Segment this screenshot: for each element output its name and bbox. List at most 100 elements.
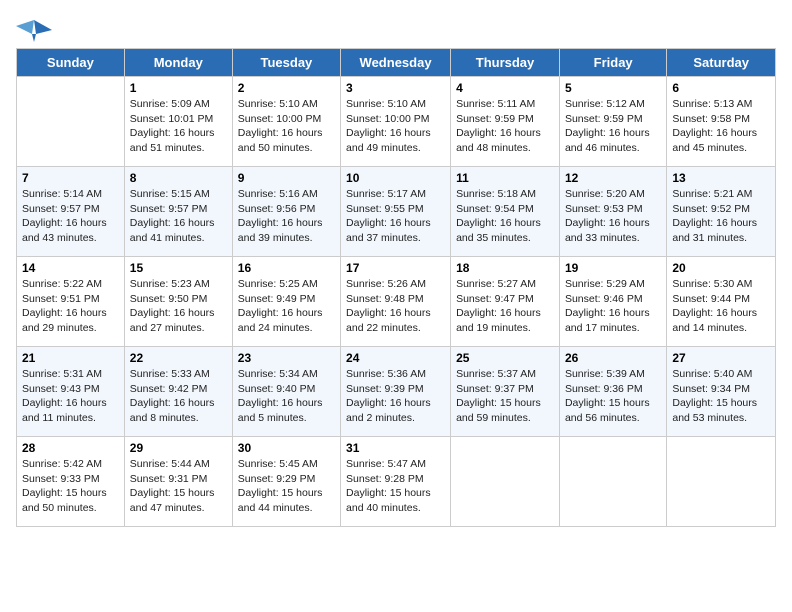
calendar-cell: 26 Sunrise: 5:39 AMSunset: 9:36 PMDayligh… bbox=[559, 347, 666, 437]
day-number: 4 bbox=[456, 81, 554, 95]
calendar-cell: 21 Sunrise: 5:31 AMSunset: 9:43 PMDayligh… bbox=[17, 347, 125, 437]
calendar-cell: 9 Sunrise: 5:16 AMSunset: 9:56 PMDaylight… bbox=[232, 167, 340, 257]
calendar-cell bbox=[667, 437, 776, 527]
calendar-cell: 1Sunrise: 5:09 AMSunset: 10:01 PMDayligh… bbox=[124, 77, 232, 167]
day-info: Sunrise: 5:10 AMSunset: 10:00 PMDaylight… bbox=[346, 97, 445, 156]
calendar-cell: 7 Sunrise: 5:14 AMSunset: 9:57 PMDaylight… bbox=[17, 167, 125, 257]
day-info: Sunrise: 5:18 AMSunset: 9:54 PMDaylight:… bbox=[456, 187, 554, 246]
day-number: 21 bbox=[22, 351, 119, 365]
calendar-cell: 11 Sunrise: 5:18 AMSunset: 9:54 PMDayligh… bbox=[451, 167, 560, 257]
day-number: 7 bbox=[22, 171, 119, 185]
day-info: Sunrise: 5:10 AMSunset: 10:00 PMDaylight… bbox=[238, 97, 335, 156]
day-number: 8 bbox=[130, 171, 227, 185]
weekday-header: Monday bbox=[124, 49, 232, 77]
day-info: Sunrise: 5:30 AMSunset: 9:44 PMDaylight:… bbox=[672, 277, 770, 336]
calendar-cell bbox=[17, 77, 125, 167]
weekday-header: Friday bbox=[559, 49, 666, 77]
calendar-cell: 2 Sunrise: 5:10 AMSunset: 10:00 PMDayligh… bbox=[232, 77, 340, 167]
day-number: 2 bbox=[238, 81, 335, 95]
day-info: Sunrise: 5:39 AMSunset: 9:36 PMDaylight:… bbox=[565, 367, 661, 426]
calendar-cell: 6 Sunrise: 5:13 AMSunset: 9:58 PMDaylight… bbox=[667, 77, 776, 167]
day-number: 6 bbox=[672, 81, 770, 95]
calendar-cell: 4 Sunrise: 5:11 AMSunset: 9:59 PMDaylight… bbox=[451, 77, 560, 167]
day-info: Sunrise: 5:44 AMSunset: 9:31 PMDaylight:… bbox=[130, 457, 227, 516]
day-info: Sunrise: 5:26 AMSunset: 9:48 PMDaylight:… bbox=[346, 277, 445, 336]
day-info: Sunrise: 5:22 AMSunset: 9:51 PMDaylight:… bbox=[22, 277, 119, 336]
day-number: 1 bbox=[130, 81, 227, 95]
day-info: Sunrise: 5:27 AMSunset: 9:47 PMDaylight:… bbox=[456, 277, 554, 336]
day-number: 29 bbox=[130, 441, 227, 455]
page-header bbox=[16, 16, 776, 44]
calendar-cell: 18 Sunrise: 5:27 AMSunset: 9:47 PMDayligh… bbox=[451, 257, 560, 347]
day-info: Sunrise: 5:25 AMSunset: 9:49 PMDaylight:… bbox=[238, 277, 335, 336]
day-info: Sunrise: 5:16 AMSunset: 9:56 PMDaylight:… bbox=[238, 187, 335, 246]
day-number: 31 bbox=[346, 441, 445, 455]
weekday-header: Saturday bbox=[667, 49, 776, 77]
calendar-cell: 8 Sunrise: 5:15 AMSunset: 9:57 PMDaylight… bbox=[124, 167, 232, 257]
calendar-cell: 19 Sunrise: 5:29 AMSunset: 9:46 PMDayligh… bbox=[559, 257, 666, 347]
day-info: Sunrise: 5:11 AMSunset: 9:59 PMDaylight:… bbox=[456, 97, 554, 156]
calendar-cell: 29 Sunrise: 5:44 AMSunset: 9:31 PMDayligh… bbox=[124, 437, 232, 527]
day-number: 5 bbox=[565, 81, 661, 95]
day-info: Sunrise: 5:33 AMSunset: 9:42 PMDaylight:… bbox=[130, 367, 227, 426]
day-number: 24 bbox=[346, 351, 445, 365]
calendar-cell: 30 Sunrise: 5:45 AMSunset: 9:29 PMDayligh… bbox=[232, 437, 340, 527]
day-number: 11 bbox=[456, 171, 554, 185]
day-info: Sunrise: 5:40 AMSunset: 9:34 PMDaylight:… bbox=[672, 367, 770, 426]
calendar-table: SundayMondayTuesdayWednesdayThursdayFrid… bbox=[16, 48, 776, 527]
day-info: Sunrise: 5:14 AMSunset: 9:57 PMDaylight:… bbox=[22, 187, 119, 246]
calendar-cell: 25 Sunrise: 5:37 AMSunset: 9:37 PMDayligh… bbox=[451, 347, 560, 437]
calendar-cell: 16 Sunrise: 5:25 AMSunset: 9:49 PMDayligh… bbox=[232, 257, 340, 347]
weekday-header: Wednesday bbox=[341, 49, 451, 77]
day-number: 30 bbox=[238, 441, 335, 455]
day-info: Sunrise: 5:13 AMSunset: 9:58 PMDaylight:… bbox=[672, 97, 770, 156]
calendar-cell: 3 Sunrise: 5:10 AMSunset: 10:00 PMDayligh… bbox=[341, 77, 451, 167]
day-number: 16 bbox=[238, 261, 335, 275]
logo bbox=[16, 16, 54, 44]
calendar-cell: 5 Sunrise: 5:12 AMSunset: 9:59 PMDaylight… bbox=[559, 77, 666, 167]
day-number: 19 bbox=[565, 261, 661, 275]
day-info: Sunrise: 5:31 AMSunset: 9:43 PMDaylight:… bbox=[22, 367, 119, 426]
day-number: 28 bbox=[22, 441, 119, 455]
day-info: Sunrise: 5:29 AMSunset: 9:46 PMDaylight:… bbox=[565, 277, 661, 336]
day-number: 12 bbox=[565, 171, 661, 185]
calendar-cell: 23 Sunrise: 5:34 AMSunset: 9:40 PMDayligh… bbox=[232, 347, 340, 437]
calendar-cell: 10Sunrise: 5:17 AMSunset: 9:55 PMDayligh… bbox=[341, 167, 451, 257]
calendar-cell: 27 Sunrise: 5:40 AMSunset: 9:34 PMDayligh… bbox=[667, 347, 776, 437]
day-number: 13 bbox=[672, 171, 770, 185]
calendar-cell: 24 Sunrise: 5:36 AMSunset: 9:39 PMDayligh… bbox=[341, 347, 451, 437]
weekday-header: Sunday bbox=[17, 49, 125, 77]
day-info: Sunrise: 5:20 AMSunset: 9:53 PMDaylight:… bbox=[565, 187, 661, 246]
day-number: 3 bbox=[346, 81, 445, 95]
weekday-header: Tuesday bbox=[232, 49, 340, 77]
calendar-cell: 22Sunrise: 5:33 AMSunset: 9:42 PMDayligh… bbox=[124, 347, 232, 437]
calendar-cell bbox=[451, 437, 560, 527]
day-number: 17 bbox=[346, 261, 445, 275]
calendar-body: 1Sunrise: 5:09 AMSunset: 10:01 PMDayligh… bbox=[17, 77, 776, 527]
calendar-cell: 17 Sunrise: 5:26 AMSunset: 9:48 PMDayligh… bbox=[341, 257, 451, 347]
day-number: 14 bbox=[22, 261, 119, 275]
day-info: Sunrise: 5:37 AMSunset: 9:37 PMDaylight:… bbox=[456, 367, 554, 426]
day-number: 10 bbox=[346, 171, 445, 185]
day-number: 23 bbox=[238, 351, 335, 365]
day-info: Sunrise: 5:45 AMSunset: 9:29 PMDaylight:… bbox=[238, 457, 335, 516]
calendar-cell bbox=[559, 437, 666, 527]
day-number: 26 bbox=[565, 351, 661, 365]
day-number: 18 bbox=[456, 261, 554, 275]
day-info: Sunrise: 5:47 AMSunset: 9:28 PMDaylight:… bbox=[346, 457, 445, 516]
day-info: Sunrise: 5:15 AMSunset: 9:57 PMDaylight:… bbox=[130, 187, 227, 246]
calendar-cell: 13Sunrise: 5:21 AMSunset: 9:52 PMDayligh… bbox=[667, 167, 776, 257]
day-number: 25 bbox=[456, 351, 554, 365]
day-number: 20 bbox=[672, 261, 770, 275]
day-number: 9 bbox=[238, 171, 335, 185]
day-number: 27 bbox=[672, 351, 770, 365]
day-info: Sunrise: 5:36 AMSunset: 9:39 PMDaylight:… bbox=[346, 367, 445, 426]
calendar-cell: 28Sunrise: 5:42 AMSunset: 9:33 PMDayligh… bbox=[17, 437, 125, 527]
calendar-cell: 15Sunrise: 5:23 AMSunset: 9:50 PMDayligh… bbox=[124, 257, 232, 347]
calendar-cell: 14 Sunrise: 5:22 AMSunset: 9:51 PMDayligh… bbox=[17, 257, 125, 347]
calendar-cell: 12 Sunrise: 5:20 AMSunset: 9:53 PMDayligh… bbox=[559, 167, 666, 257]
calendar-cell: 31 Sunrise: 5:47 AMSunset: 9:28 PMDayligh… bbox=[341, 437, 451, 527]
day-info: Sunrise: 5:12 AMSunset: 9:59 PMDaylight:… bbox=[565, 97, 661, 156]
day-info: Sunrise: 5:34 AMSunset: 9:40 PMDaylight:… bbox=[238, 367, 335, 426]
day-info: Sunrise: 5:23 AMSunset: 9:50 PMDaylight:… bbox=[130, 277, 227, 336]
